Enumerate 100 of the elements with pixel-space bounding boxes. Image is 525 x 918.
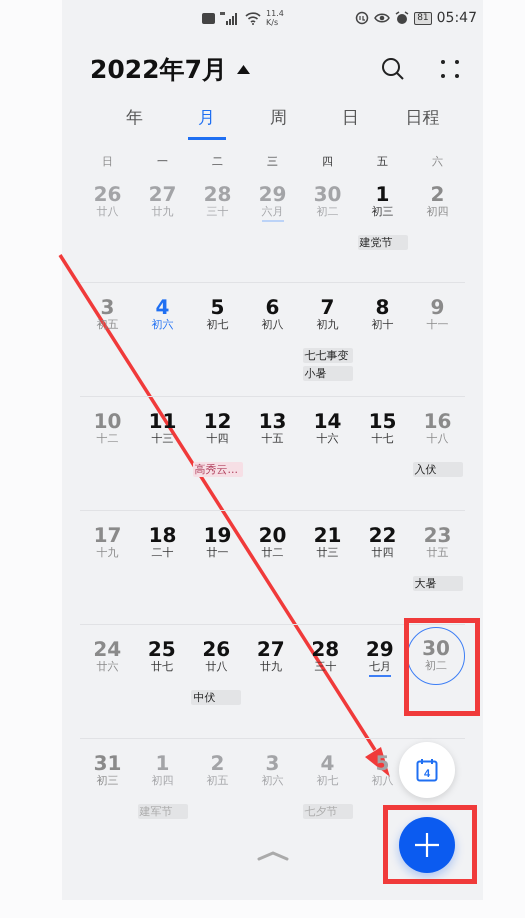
weekday-label: 一 [156, 154, 169, 168]
date-cell[interactable]: 12 十四 [202, 407, 232, 450]
day-number: 5 [210, 296, 224, 318]
date-cell[interactable]: 5 初七 [206, 293, 230, 336]
network-speed: 11.4 [266, 9, 284, 18]
lunar-date: 初九 [316, 318, 338, 333]
weekday-label: 六 [431, 154, 444, 168]
eye-icon [374, 12, 390, 24]
lunar-date: 廿八 [96, 205, 118, 220]
day-number: 23 [424, 524, 452, 546]
wifi-icon [245, 12, 261, 24]
day-number: 19 [204, 524, 232, 546]
cellular-signal-icon [220, 12, 240, 24]
lunar-date: 十六 [316, 432, 338, 447]
view-tab[interactable]: 月 [188, 102, 226, 140]
date-cell[interactable]: 26 廿八 [201, 635, 232, 678]
day-number: 15 [368, 410, 396, 432]
lunar-date: 十二 [96, 432, 118, 447]
day-number: 18 [148, 524, 176, 546]
day-number: 29 [366, 638, 394, 660]
day-number: 1 [156, 752, 170, 774]
weekday-label: 四 [321, 154, 334, 168]
view-tab[interactable]: 日 [332, 102, 370, 140]
lunar-date: 廿六 [96, 660, 118, 675]
day-number: 6 [266, 296, 280, 318]
caret-up-icon[interactable] [236, 64, 250, 74]
date-cell[interactable]: 6 初八 [260, 293, 284, 336]
lunar-date: 初三 [96, 774, 118, 789]
date-cell[interactable]: 15 十七 [368, 407, 398, 450]
date-cell[interactable]: 27 廿九 [256, 635, 286, 678]
lunar-date: 六月 [262, 205, 284, 222]
date-cell[interactable]: 22 廿四 [368, 521, 398, 564]
lunar-date: 廿七 [150, 660, 173, 675]
lunar-date: 初四 [152, 774, 174, 789]
lunar-date: 十三 [152, 432, 174, 447]
calendar-icon [416, 758, 438, 782]
lunar-date: 二十 [152, 546, 174, 561]
day-number: 3 [266, 752, 280, 774]
lunar-date: 初七 [206, 318, 228, 333]
four-dots-icon [439, 58, 461, 80]
date-cell[interactable]: 4 初六 [150, 293, 174, 336]
date-cell[interactable]: 18 二十 [148, 521, 178, 564]
lunar-date: 十四 [206, 432, 228, 447]
lunar-date: 廿三 [316, 546, 338, 561]
lunar-date: 廿九 [152, 205, 174, 220]
day-number: 17 [94, 524, 122, 546]
event-tag[interactable]: 入伏 [412, 462, 462, 477]
date-cell[interactable]: 14 十六 [312, 407, 342, 450]
date-cell[interactable]: 13 十五 [258, 407, 288, 450]
date-cell[interactable]: 1 初三 [370, 180, 394, 223]
day-number: 3 [100, 296, 114, 318]
day-number: 10 [94, 410, 122, 432]
event-tag[interactable]: 高秀云... [192, 462, 242, 477]
lunar-date: 初八 [262, 318, 284, 333]
view-tab[interactable]: 周 [260, 102, 298, 140]
lunar-date: 七月 [368, 660, 391, 677]
date-cell[interactable]: 20 廿二 [258, 521, 288, 564]
lunar-date: 廿八 [205, 660, 228, 675]
event-tag[interactable]: 七七事变 [302, 348, 352, 363]
weekday-label: 三 [266, 154, 279, 168]
day-number: 26 [202, 638, 230, 660]
day-number: 25 [148, 638, 176, 660]
date-cell[interactable]: 8 初十 [370, 293, 394, 336]
event-tag[interactable]: 大暑 [412, 576, 462, 591]
lunar-date: 十一 [426, 318, 448, 333]
day-number: 16 [424, 410, 452, 432]
day-number: 31 [94, 752, 122, 774]
lunar-date: 廿四 [372, 546, 394, 561]
lunar-date: 廿一 [206, 546, 228, 561]
day-number: 27 [148, 183, 176, 205]
lunar-date: 初四 [426, 205, 448, 220]
view-tab[interactable]: 年 [116, 102, 154, 140]
day-number: 27 [256, 638, 285, 660]
data-saver-icon [355, 11, 370, 25]
lunar-date: 廿五 [426, 546, 448, 561]
day-number: 30 [422, 637, 450, 659]
date-cell[interactable]: 19 廿一 [202, 521, 232, 564]
date-cell[interactable]: 21 廿三 [312, 521, 342, 564]
day-number: 14 [314, 410, 342, 432]
lunar-date: 廿九 [260, 660, 282, 675]
event-tag[interactable]: 中伏 [191, 690, 242, 705]
hd-icon [202, 12, 215, 24]
date-cell[interactable]: 25 廿七 [146, 635, 177, 678]
date-cell[interactable]: 7 初九 [316, 293, 340, 336]
day-number: 21 [314, 524, 342, 546]
weekday-label: 日 [101, 154, 114, 168]
day-number: 9 [430, 296, 444, 318]
battery-level: 81 [414, 12, 432, 24]
search-icon [381, 57, 405, 81]
lunar-date: 初五 [206, 774, 228, 789]
date-cell[interactable]: 29 七月 [364, 635, 395, 678]
day-number: 28 [204, 183, 232, 205]
network-speed-unit: K/s [266, 18, 280, 27]
day-number: 12 [204, 410, 232, 432]
view-tab[interactable]: 日程 [404, 102, 442, 140]
event-tag[interactable]: 建党节 [358, 235, 408, 250]
event-tag[interactable]: 小暑 [302, 366, 352, 381]
day-number: 13 [258, 410, 286, 432]
month-title[interactable]: 2022年7月 [90, 52, 227, 86]
day-number: 24 [93, 638, 122, 660]
